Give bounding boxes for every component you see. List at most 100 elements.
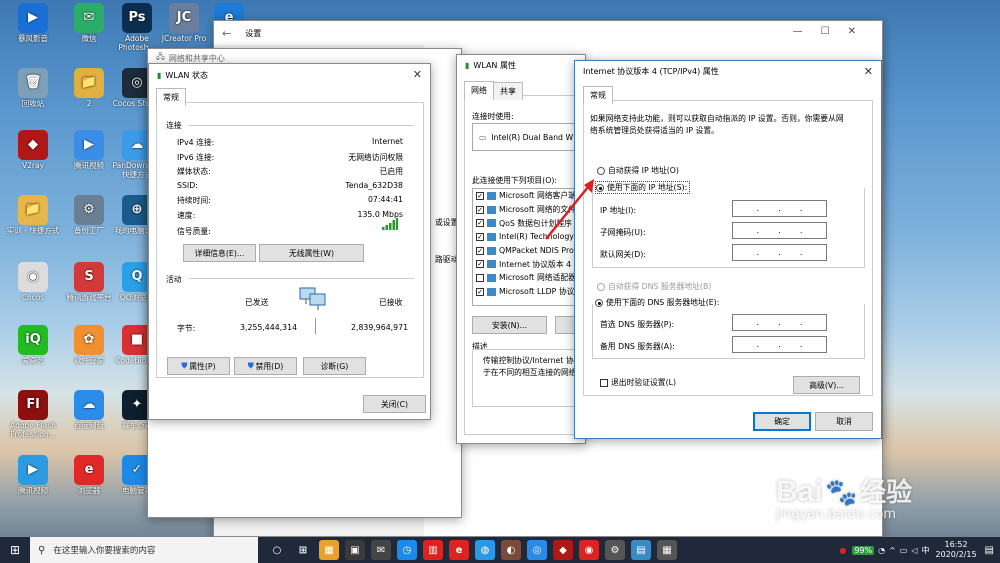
tab-general[interactable]: 常规 (583, 86, 613, 104)
subnet-mask-input[interactable]: ... (732, 222, 827, 239)
ip-address-input[interactable]: ... (732, 200, 827, 217)
component-icon (487, 246, 496, 255)
manual-dns-radio[interactable]: 使用下面的 DNS 服务器地址(E): (595, 297, 722, 308)
close-icon[interactable]: ✕ (413, 68, 422, 81)
desktop-icon-label: 腾讯视频 (18, 486, 48, 495)
taskbar-app-icon[interactable]: ◎ (527, 540, 547, 560)
list-item[interactable]: ✓ QMPacket NDIS Pro (473, 244, 586, 258)
auto-ip-radio[interactable]: 自动获得 IP 地址(O) (597, 165, 679, 176)
status-value: Internet (372, 137, 403, 146)
disable-button[interactable]: ⛊ 禁用(D) (234, 357, 297, 375)
status-key: 速度: (177, 210, 196, 220)
checkbox-icon[interactable]: ✓ (476, 260, 484, 269)
taskbar-app-icon[interactable]: ▣ (345, 540, 365, 560)
checkbox-icon[interactable] (476, 273, 484, 282)
ime-icon[interactable]: 中 (922, 545, 930, 556)
battery-badge[interactable]: 99% (852, 545, 875, 555)
taskbar-app-icon[interactable]: ▦ (657, 540, 677, 560)
checkbox-icon[interactable]: ✓ (476, 205, 484, 214)
taskbar-app-icon[interactable]: ◍ (475, 540, 495, 560)
properties-button[interactable]: ⛊ 属性(P) (167, 357, 230, 375)
install-button[interactable]: 安装(N)... (472, 316, 547, 334)
tab-sharing[interactable]: 共享 (493, 82, 523, 100)
desktop-icon[interactable]: Fl Adobe Flash Profession... (4, 390, 62, 439)
desktop-icon[interactable]: ◉ Cocos (4, 262, 62, 303)
desktop-icon[interactable]: ▶ 暴风影音 (4, 3, 62, 44)
validate-label: 退出时验证设置(L) (611, 378, 677, 387)
wlan-status-window[interactable]: ▮ WLAN 状态 ✕ 常规 连接 IPv4 连接: Internet IPv6 连… (148, 63, 431, 420)
gateway-input[interactable]: ... (732, 244, 827, 261)
list-item[interactable]: ✓ Microsoft LLDP 协议 (473, 285, 586, 299)
octet-separator: . (756, 340, 760, 349)
taskbar-apps: ○ ⊞ ▦ ▣ ✉ ◷ ▥ e ◍ ◐ ◎ ◆ ◉ ⚙ ▤ ▦ (264, 540, 680, 560)
desktop-icon-label: Adobe Flash Profession... (10, 421, 56, 439)
tab-general[interactable]: 常规 (156, 88, 186, 106)
network-icon[interactable]: ▭ (900, 546, 908, 555)
checkbox-icon[interactable]: ✓ (476, 287, 484, 296)
search-box[interactable]: ⚲ 在这里输入你要搜索的内容 (30, 537, 258, 563)
chevron-up-icon[interactable]: ^ (889, 546, 896, 555)
list-item-label: Microsoft 网络适配器 (499, 273, 576, 283)
list-item[interactable]: Microsoft 网络适配器 (473, 271, 586, 285)
validate-checkbox[interactable]: 退出时验证设置(L) (600, 377, 676, 388)
taskbar-app-icon[interactable]: ▦ (319, 540, 339, 560)
taskbar-app-icon[interactable]: ◷ (397, 540, 417, 560)
window-controls[interactable]: —☐✕ (793, 26, 874, 37)
volume-icon[interactable]: ◁ (911, 546, 917, 555)
checkbox-icon[interactable]: ✓ (476, 232, 484, 241)
shield-icon[interactable]: ● (839, 546, 846, 555)
taskbar-app-icon[interactable]: ⚙ (605, 540, 625, 560)
section-activity: 活动 (166, 275, 182, 284)
taskbar-app-icon[interactable]: ▤ (631, 540, 651, 560)
app-icon: 📁 (18, 195, 48, 225)
desktop-icon[interactable]: 📁 实训 - 快捷方式 (4, 195, 62, 236)
octet-separator: . (778, 318, 781, 327)
wireless-properties-button[interactable]: 无线属性(W) (259, 244, 364, 262)
ok-button[interactable]: 确定 (753, 412, 811, 431)
taskbar-app-icon[interactable]: ◆ (553, 540, 573, 560)
octet-separator: . (778, 340, 781, 349)
app-icon: S (74, 262, 104, 292)
list-item-label: QMPacket NDIS Pro (499, 246, 574, 256)
desktop-icon[interactable]: iQ 爱奇艺 (4, 325, 62, 366)
diagnose-button[interactable]: 诊断(G) (303, 357, 366, 375)
taskbar-app-icon[interactable]: ◉ (579, 540, 599, 560)
taskbar-app-icon[interactable]: ✉ (371, 540, 391, 560)
signal-bars-icon (382, 218, 398, 230)
start-button[interactable]: ⊞ (0, 537, 30, 563)
ipv4-properties-dialog[interactable]: Internet 协议版本 4 (TCP/IPv4) 属性 ✕ 常规 如果网络支… (574, 60, 882, 439)
close-button[interactable]: 关闭(C) (363, 395, 426, 413)
manual-ip-radio[interactable]: 使用下面的 IP 地址(S): (595, 181, 691, 194)
app-icon: ▶ (74, 130, 104, 160)
desktop-icon[interactable]: 🗑 回收站 (4, 68, 62, 109)
qq-icon[interactable]: ◔ (878, 546, 885, 555)
wlan-properties-window[interactable]: ▮ WLAN 属性 网络 共享 连接时使用: ▭ Intel(R) Dual B… (456, 54, 595, 444)
taskbar-app-icon[interactable]: ⊞ (293, 540, 313, 560)
netcenter-fragment-1: 或设置 (435, 218, 459, 227)
list-item[interactable]: ✓ Internet 协议版本 4 ( (473, 257, 586, 271)
notification-icon[interactable]: ▤ (985, 545, 994, 556)
checkbox-icon[interactable]: ✓ (476, 246, 484, 255)
taskbar-app-icon[interactable]: ▥ (423, 540, 443, 560)
alternate-dns-input[interactable]: ... (732, 336, 827, 353)
advanced-button[interactable]: 高级(V)... (793, 376, 860, 394)
clock[interactable]: 16:52 2020/2/15 (936, 540, 977, 560)
intro-text: 络系统管理员处获得适当的 IP 设置。 (590, 126, 719, 135)
close-icon[interactable]: ✕ (864, 65, 873, 78)
intro-text: 如果网络支持此功能，则可以获取自动指派的 IP 设置。否则，你需要从网 (590, 114, 844, 123)
preferred-dns-input[interactable]: ... (732, 314, 827, 331)
desktop-icon[interactable]: ◆ V2ray (4, 130, 62, 171)
desktop-icon[interactable]: ▶ 腾讯视频 (4, 455, 62, 496)
disable-button-label: 禁用(D) (255, 361, 284, 371)
taskbar-app-icon[interactable]: ○ (267, 540, 287, 560)
cancel-button[interactable]: 取消 (815, 412, 873, 431)
details-button[interactable]: 详细信息(E)... (183, 244, 256, 262)
back-arrow-icon[interactable]: ← (222, 27, 231, 40)
taskbar: ⊞ ⚲ 在这里输入你要搜索的内容 ○ ⊞ ▦ ▣ ✉ ◷ ▥ e ◍ ◐ ◎ ◆ ◉ ⚙ ▤ ▦ ● 99% … (0, 537, 1000, 563)
taskbar-app-icon[interactable]: ◐ (501, 540, 521, 560)
checkbox-icon[interactable]: ✓ (476, 219, 484, 228)
taskbar-app-icon[interactable]: e (449, 540, 469, 560)
octet-separator: . (799, 340, 803, 349)
tab-network[interactable]: 网络 (464, 81, 494, 99)
checkbox-icon[interactable]: ✓ (476, 191, 484, 200)
